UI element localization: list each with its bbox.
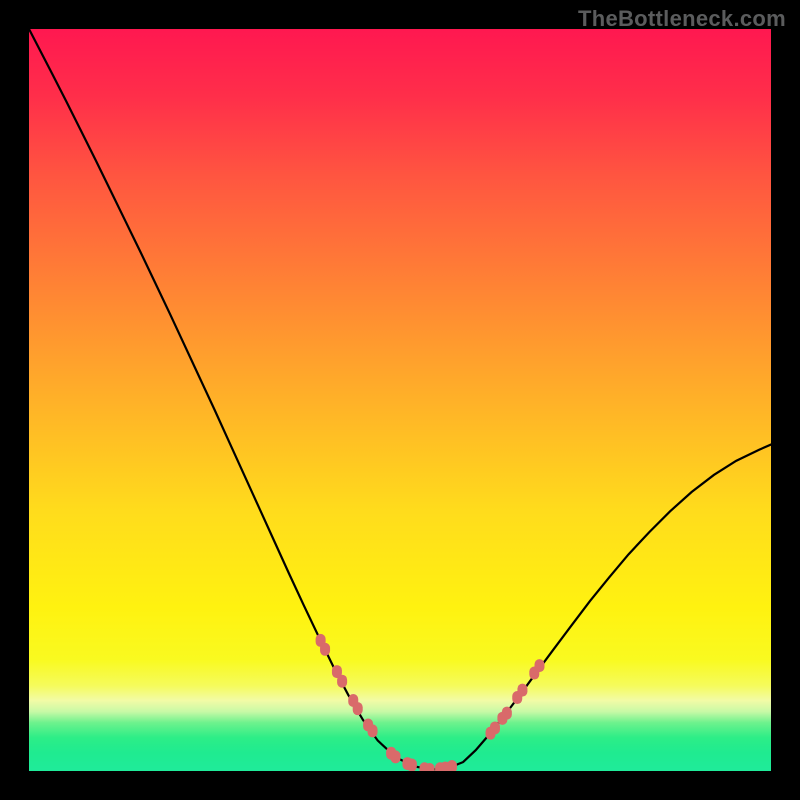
data-marker xyxy=(490,721,500,734)
data-marker xyxy=(353,702,363,715)
data-marker xyxy=(517,684,527,697)
data-marker xyxy=(407,759,417,771)
chart-frame: TheBottleneck.com xyxy=(0,0,800,800)
data-marker xyxy=(447,760,457,771)
gradient-rect xyxy=(29,29,771,771)
data-marker xyxy=(368,724,378,737)
watermark-text: TheBottleneck.com xyxy=(578,6,786,32)
plot-area xyxy=(29,29,771,771)
data-marker xyxy=(337,675,347,688)
data-marker xyxy=(502,707,512,720)
data-marker xyxy=(320,643,330,656)
data-marker xyxy=(535,659,545,672)
plot-svg xyxy=(29,29,771,771)
data-marker xyxy=(391,750,401,763)
